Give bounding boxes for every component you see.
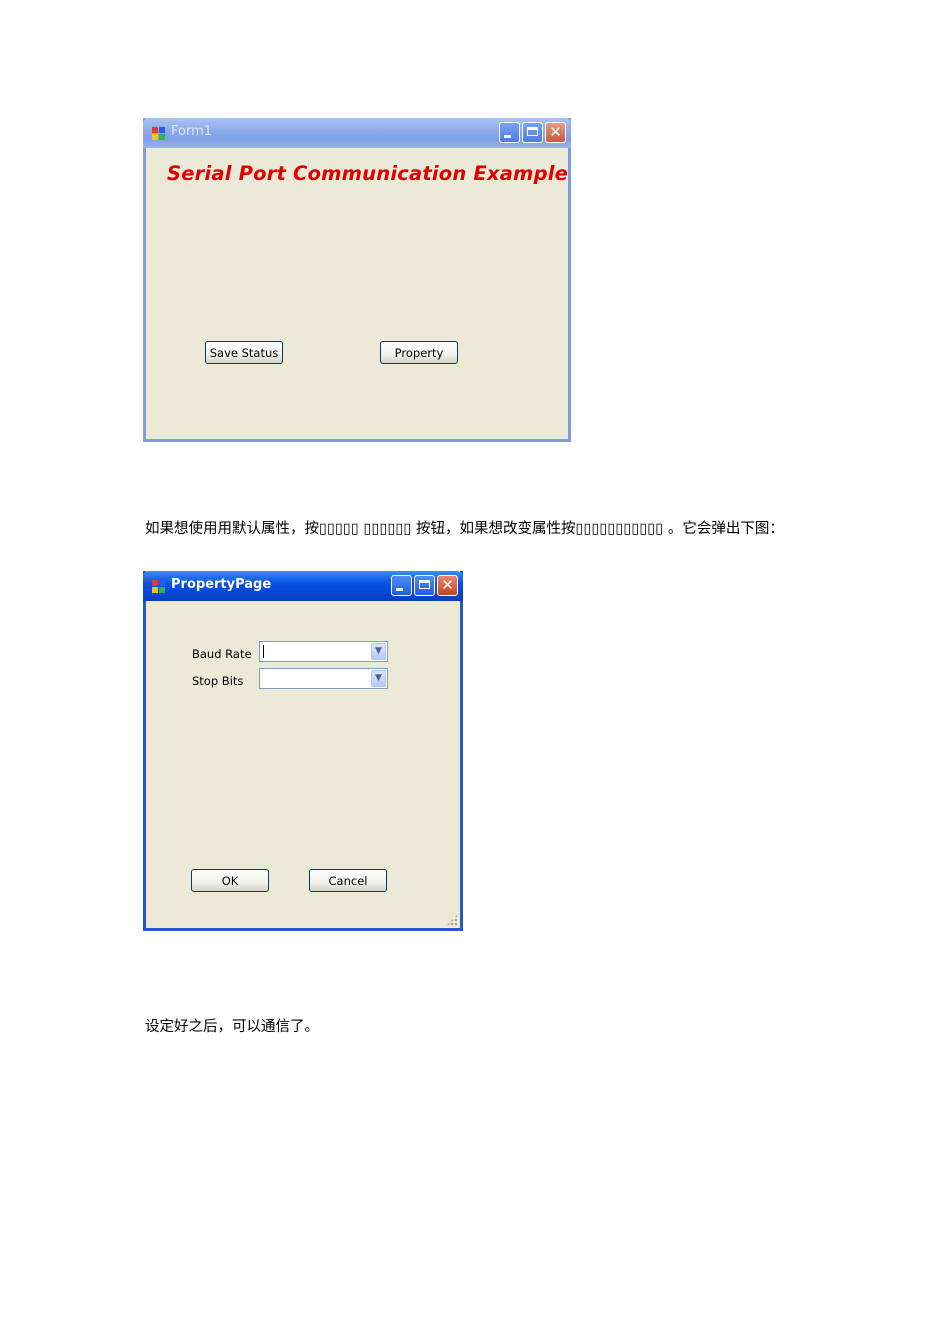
chevron-down-icon[interactable]: ▼ xyxy=(371,670,386,687)
close-icon[interactable]: ✕ xyxy=(545,122,566,143)
property-page-client: Baud Rate ▼ Stop Bits ▼ OK Cancel xyxy=(146,601,460,928)
property-page-title: PropertyPage xyxy=(171,577,272,592)
maximize-icon[interactable] xyxy=(414,575,435,596)
form1-headline: Serial Port Communication Example xyxy=(167,162,569,185)
save-status-button[interactable]: Save Status xyxy=(205,341,283,364)
property-page-titlebar[interactable]: PropertyPage ✕ xyxy=(143,571,463,601)
cancel-button[interactable]: Cancel xyxy=(309,869,387,892)
stop-bits-label: Stop Bits xyxy=(192,674,244,688)
instruction-paragraph: 如果想使用用默认属性，按▯▯▯▯▯ ▯▯▯▯▯▯ 按钮，如果想改变属性按▯▯▯▯… xyxy=(145,521,784,537)
form1-title: Form1 xyxy=(171,124,213,139)
baud-rate-label: Baud Rate xyxy=(192,647,252,661)
baud-rate-select[interactable]: ▼ xyxy=(259,641,388,662)
maximize-icon[interactable] xyxy=(522,122,543,143)
stop-bits-select[interactable]: ▼ xyxy=(259,668,388,689)
form1-client: Serial Port Communication Example Save S… xyxy=(146,148,568,439)
close-icon[interactable]: ✕ xyxy=(437,575,458,596)
property-page-window: PropertyPage ✕ Baud Rate ▼ Stop Bits ▼ O… xyxy=(143,571,463,931)
closing-paragraph: 设定好之后，可以通信了。 xyxy=(145,1019,319,1035)
minimize-icon[interactable] xyxy=(499,122,520,143)
ok-button[interactable]: OK xyxy=(191,869,269,892)
resize-grip-icon[interactable] xyxy=(446,914,458,926)
chevron-down-icon[interactable]: ▼ xyxy=(371,643,386,660)
form1-window: Form1 ✕ Serial Port Communication Exampl… xyxy=(143,118,571,442)
text-caret xyxy=(263,645,264,658)
property-button[interactable]: Property xyxy=(380,341,458,364)
app-icon xyxy=(152,127,165,140)
form1-titlebar[interactable]: Form1 ✕ xyxy=(143,118,571,148)
app-icon xyxy=(152,580,165,593)
minimize-icon[interactable] xyxy=(391,575,412,596)
